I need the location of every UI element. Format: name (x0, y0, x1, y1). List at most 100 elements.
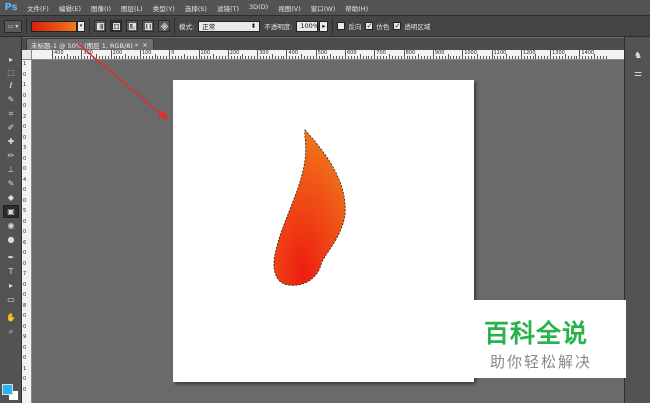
ruler-label: 400 (288, 50, 298, 56)
linear-gradient-button[interactable] (94, 20, 106, 32)
ruler-minor-tick (421, 56, 423, 59)
ruler-minor-tick (585, 56, 587, 59)
blur-icon[interactable]: ◉ (3, 219, 19, 232)
ruler-label: 0 (23, 71, 27, 78)
close-icon[interactable]: × (142, 41, 147, 49)
crop-icon[interactable]: ⌗ (3, 107, 19, 120)
diamond-gradient-button[interactable] (158, 20, 170, 32)
tool-preset-picker[interactable]: ▭ ▾ (4, 19, 22, 33)
ruler-minor-tick (509, 56, 511, 59)
lasso-icon[interactable]: ℓ (3, 79, 19, 92)
mode-select[interactable]: 正常 ⬍ (198, 20, 261, 32)
chevron-down-icon[interactable]: ▾ (77, 20, 85, 32)
hand-icon[interactable]: ✋ (3, 311, 19, 324)
menu-item[interactable]: 视图(V) (273, 3, 306, 13)
ruler-label: 200 (112, 50, 123, 56)
ruler-minor-tick (207, 56, 209, 59)
ruler-minor-tick (72, 56, 74, 59)
flame-shape[interactable] (273, 129, 346, 286)
ruler-minor-tick (503, 56, 505, 59)
quick-select-icon[interactable]: ✎ (3, 93, 19, 106)
tools-panel: ▸ ⬚ ℓ ✎ ⌗ ✐ ✚ ✏ ⊥ ✎ ◆ ▣ ◉ ● ✒ T ▸ ▭ ✋ ⌕ (0, 37, 22, 403)
ruler-label: 0 (171, 50, 175, 56)
dither-label: 仿色 (376, 23, 390, 31)
opacity-label: 不透明度: (264, 23, 293, 31)
ruler-minor-tick (221, 56, 223, 59)
menu-item[interactable]: 滤镜(T) (212, 3, 244, 13)
gradient-icon[interactable]: ▣ (3, 205, 19, 218)
angle-gradient-button[interactable] (126, 20, 138, 32)
shape-icon[interactable]: ▭ (3, 293, 19, 306)
tool-presets-icon[interactable]: ♞ (631, 50, 645, 62)
menu-item[interactable]: 3D(D) (244, 3, 273, 13)
transparency-option[interactable]: ✓ 透明区域 (393, 21, 430, 31)
opacity-slider-button[interactable]: ▸ (319, 20, 329, 32)
ruler-label: 0 (23, 344, 27, 351)
ruler-minor-tick (312, 56, 314, 59)
stamp-icon[interactable]: ⊥ (3, 163, 19, 176)
horizontal-ruler[interactable]: 400 300 200 100 0 100 200 300 400 500 600 700 800 900… (32, 50, 624, 60)
history-brush-icon[interactable]: ✎ (3, 177, 19, 190)
menu-item[interactable]: 帮助(H) (340, 3, 373, 13)
ruler-label: 300 (259, 50, 269, 56)
ruler-minor-tick (544, 56, 546, 59)
ruler-minor-tick (400, 56, 402, 59)
ruler-minor-tick (380, 56, 382, 59)
reverse-label: 反向 (348, 23, 362, 31)
brush-icon[interactable]: ✏ (3, 149, 19, 162)
menu-item[interactable]: 类型(Y) (148, 3, 180, 13)
reverse-option[interactable]: 反向 (337, 21, 361, 31)
dither-option[interactable]: ✓ 仿色 (365, 21, 389, 31)
document-canvas[interactable] (173, 80, 474, 382)
ruler-minor-tick (456, 56, 458, 59)
ruler-label: 0 (23, 313, 27, 319)
foreground-color-swatch[interactable] (2, 384, 13, 395)
ruler-minor-tick (163, 56, 165, 59)
ruler-tick (374, 50, 376, 59)
menu-item[interactable]: 窗口(W) (306, 3, 341, 13)
move-icon[interactable]: ▸ (3, 53, 19, 66)
ruler-tick (139, 50, 141, 59)
ruler-minor-tick (339, 56, 341, 59)
ruler-origin[interactable] (22, 50, 32, 60)
eyedropper-icon[interactable]: ✐ (3, 121, 19, 134)
ruler-minor-tick (177, 56, 179, 59)
menu-item[interactable]: 图层(L) (116, 3, 148, 13)
adjustments-icon[interactable]: ⚌ (631, 68, 645, 80)
gradient-picker[interactable]: ▾ (31, 20, 85, 32)
reverse-checkbox[interactable] (337, 22, 346, 30)
document-tab[interactable]: 未标题-1 @ 50% (图层 1, RGB/8) * × (26, 38, 154, 50)
pen-icon[interactable]: ✒ (3, 251, 19, 264)
marquee-icon[interactable]: ⬚ (3, 66, 19, 79)
ruler-minor-tick (564, 54, 566, 59)
ruler-label: 0 (23, 260, 27, 267)
type-icon[interactable]: T (3, 265, 19, 278)
ruler-minor-tick (394, 56, 396, 59)
reflected-gradient-button[interactable] (142, 20, 154, 32)
ruler-minor-tick (517, 56, 519, 59)
ruler-label: 1400 (581, 50, 595, 56)
gradient-preview[interactable] (31, 20, 77, 32)
eraser-icon[interactable]: ◆ (3, 191, 19, 204)
ruler-label: 5 (23, 208, 27, 214)
radial-gradient-button[interactable] (110, 20, 122, 32)
zoom-icon[interactable]: ⌕ (3, 325, 19, 338)
transparency-checkbox[interactable]: ✓ (393, 22, 402, 30)
menu-item[interactable]: 编辑(E) (54, 3, 86, 13)
opacity-input[interactable]: 100% (296, 20, 319, 32)
menu-item[interactable]: 图像(I) (86, 3, 116, 13)
path-select-icon[interactable]: ▸ (3, 279, 19, 292)
menu-item[interactable]: 选择(S) (180, 3, 212, 13)
ruler-minor-tick (298, 56, 300, 59)
ruler-minor-tick (180, 56, 182, 59)
ruler-minor-tick (500, 56, 502, 59)
dodge-icon[interactable]: ● (3, 233, 19, 246)
ruler-minor-tick (418, 54, 420, 59)
dither-checkbox[interactable]: ✓ (365, 22, 374, 30)
ruler-tick (286, 50, 288, 59)
vertical-ruler[interactable]: 1 0 1 0 0 2 0 0 3 0 0 4 0 0 5 0 0 6 0 0 7 0 0 8 0 0 9 0 0 1 0 0 (22, 50, 32, 403)
ruler-label: 1 (23, 365, 27, 372)
healing-icon[interactable]: ✚ (3, 135, 19, 148)
ruler-minor-tick (415, 56, 417, 59)
menu-item[interactable]: 文件(F) (22, 3, 54, 13)
